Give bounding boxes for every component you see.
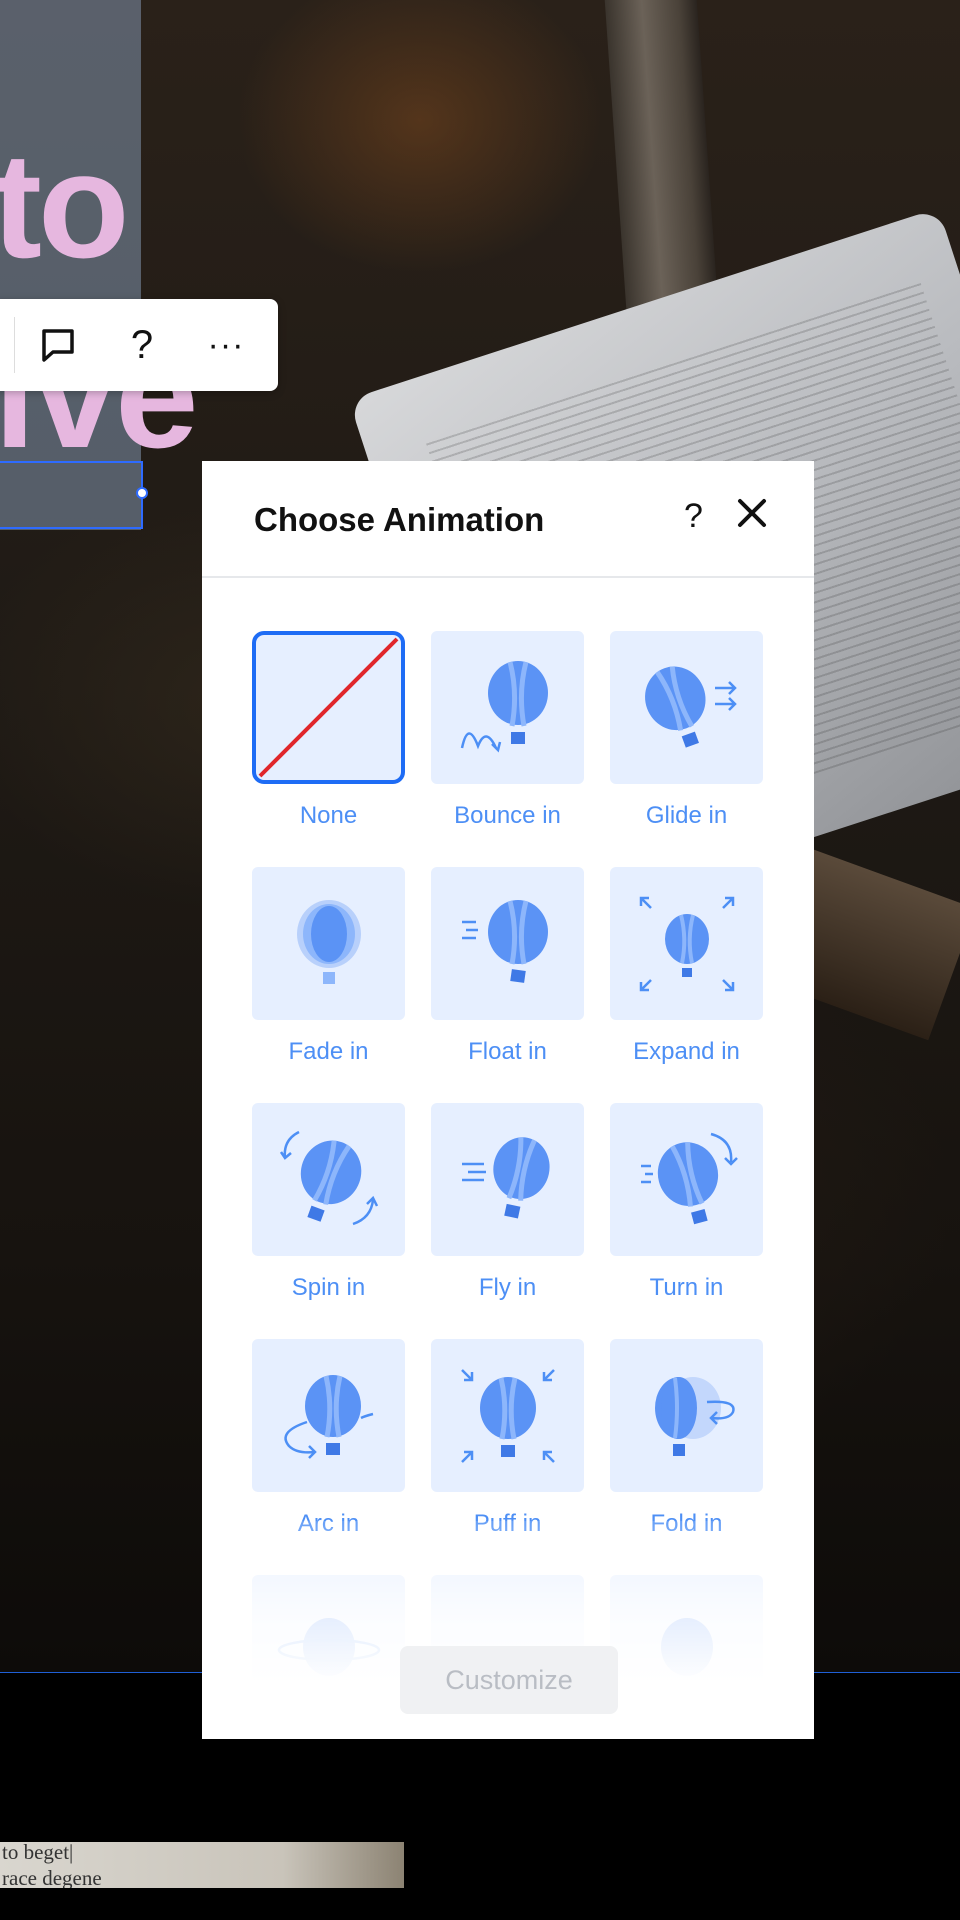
dialog-header: Choose Animation ? [202,461,814,578]
fly-balloon-icon [461,1136,550,1219]
animation-tile[interactable] [610,631,763,784]
animation-option-fly-in[interactable]: Fly in [431,1103,584,1302]
animation-option-fade-in[interactable]: Fade in [252,867,405,1066]
arc-balloon-icon [283,1374,373,1459]
animation-tile[interactable] [610,867,763,1020]
fold-balloon-icon [654,1376,735,1456]
animation-option-arc-in[interactable]: Arc in [252,1339,405,1538]
spin-balloon-icon [279,1130,378,1225]
selection-box[interactable] [0,461,143,529]
dialog-help-button[interactable]: ? [684,497,703,536]
animation-label: Fly in [478,1274,537,1301]
customize-button[interactable]: Customize [400,1646,618,1714]
puff-balloon-icon [460,1368,555,1463]
animation-label: Glide in [645,802,728,829]
animation-option-puff-in[interactable]: Puff in [431,1339,584,1538]
animation-label: Bounce in [454,802,561,829]
close-icon[interactable] [732,493,772,533]
bottom-book-image: to beget| race degene [0,1842,404,1888]
animation-option-none[interactable]: None [252,631,405,830]
animation-option-turn-in[interactable]: Turn in [610,1103,763,1302]
animation-tile[interactable] [252,1339,405,1492]
none-slash-icon [258,637,399,778]
dialog-title: Choose Animation [254,501,545,538]
expand-balloon-icon [639,896,734,991]
animation-option-bounce-in[interactable]: Bounce in [431,631,584,830]
element-toolbar: ? ··· [0,299,278,391]
choose-animation-dialog: Choose Animation ? None Bounce in Glide … [202,461,814,1739]
animation-tile[interactable] [610,1103,763,1256]
animation-option-fold-in[interactable]: Fold in [610,1339,763,1538]
animation-tile[interactable] [431,631,584,784]
turn-balloon-icon [640,1132,738,1224]
animation-label: Spin in [291,1274,366,1301]
help-button[interactable]: ? [116,319,168,371]
animation-tile[interactable] [431,1103,584,1256]
bounce-balloon-icon [460,660,548,752]
animation-label: Expand in [633,1038,740,1065]
fade-balloon-icon [296,899,361,984]
animation-label: Turn in [649,1274,724,1301]
resize-handle[interactable] [136,487,148,499]
book-text-line: race degene [2,1866,102,1888]
animation-option-spin-in[interactable]: Spin in [252,1103,405,1302]
animation-tile[interactable] [252,631,405,784]
animation-option-float-in[interactable]: Float in [431,867,584,1066]
book-text-line: to beget| [2,1842,74,1864]
animation-option-glide-in[interactable]: Glide in [610,631,763,830]
animation-tile[interactable] [431,1339,584,1492]
animation-label: Float in [468,1038,547,1065]
heading-word-top[interactable]: to [0,130,130,280]
more-options-button[interactable]: ··· [200,319,252,371]
float-balloon-icon [461,899,548,983]
animation-option-expand-in[interactable]: Expand in [610,867,763,1066]
comment-button[interactable] [32,319,84,371]
animation-tile[interactable] [610,1339,763,1492]
animation-label: Fade in [288,1038,369,1065]
toolbar-divider [14,317,15,373]
animation-tile[interactable] [252,1103,405,1256]
glide-balloon-icon [644,665,737,748]
animation-tile[interactable] [431,867,584,1020]
speech-bubble-icon [42,329,74,362]
animation-label: None [299,802,358,829]
animation-tile[interactable] [252,867,405,1020]
